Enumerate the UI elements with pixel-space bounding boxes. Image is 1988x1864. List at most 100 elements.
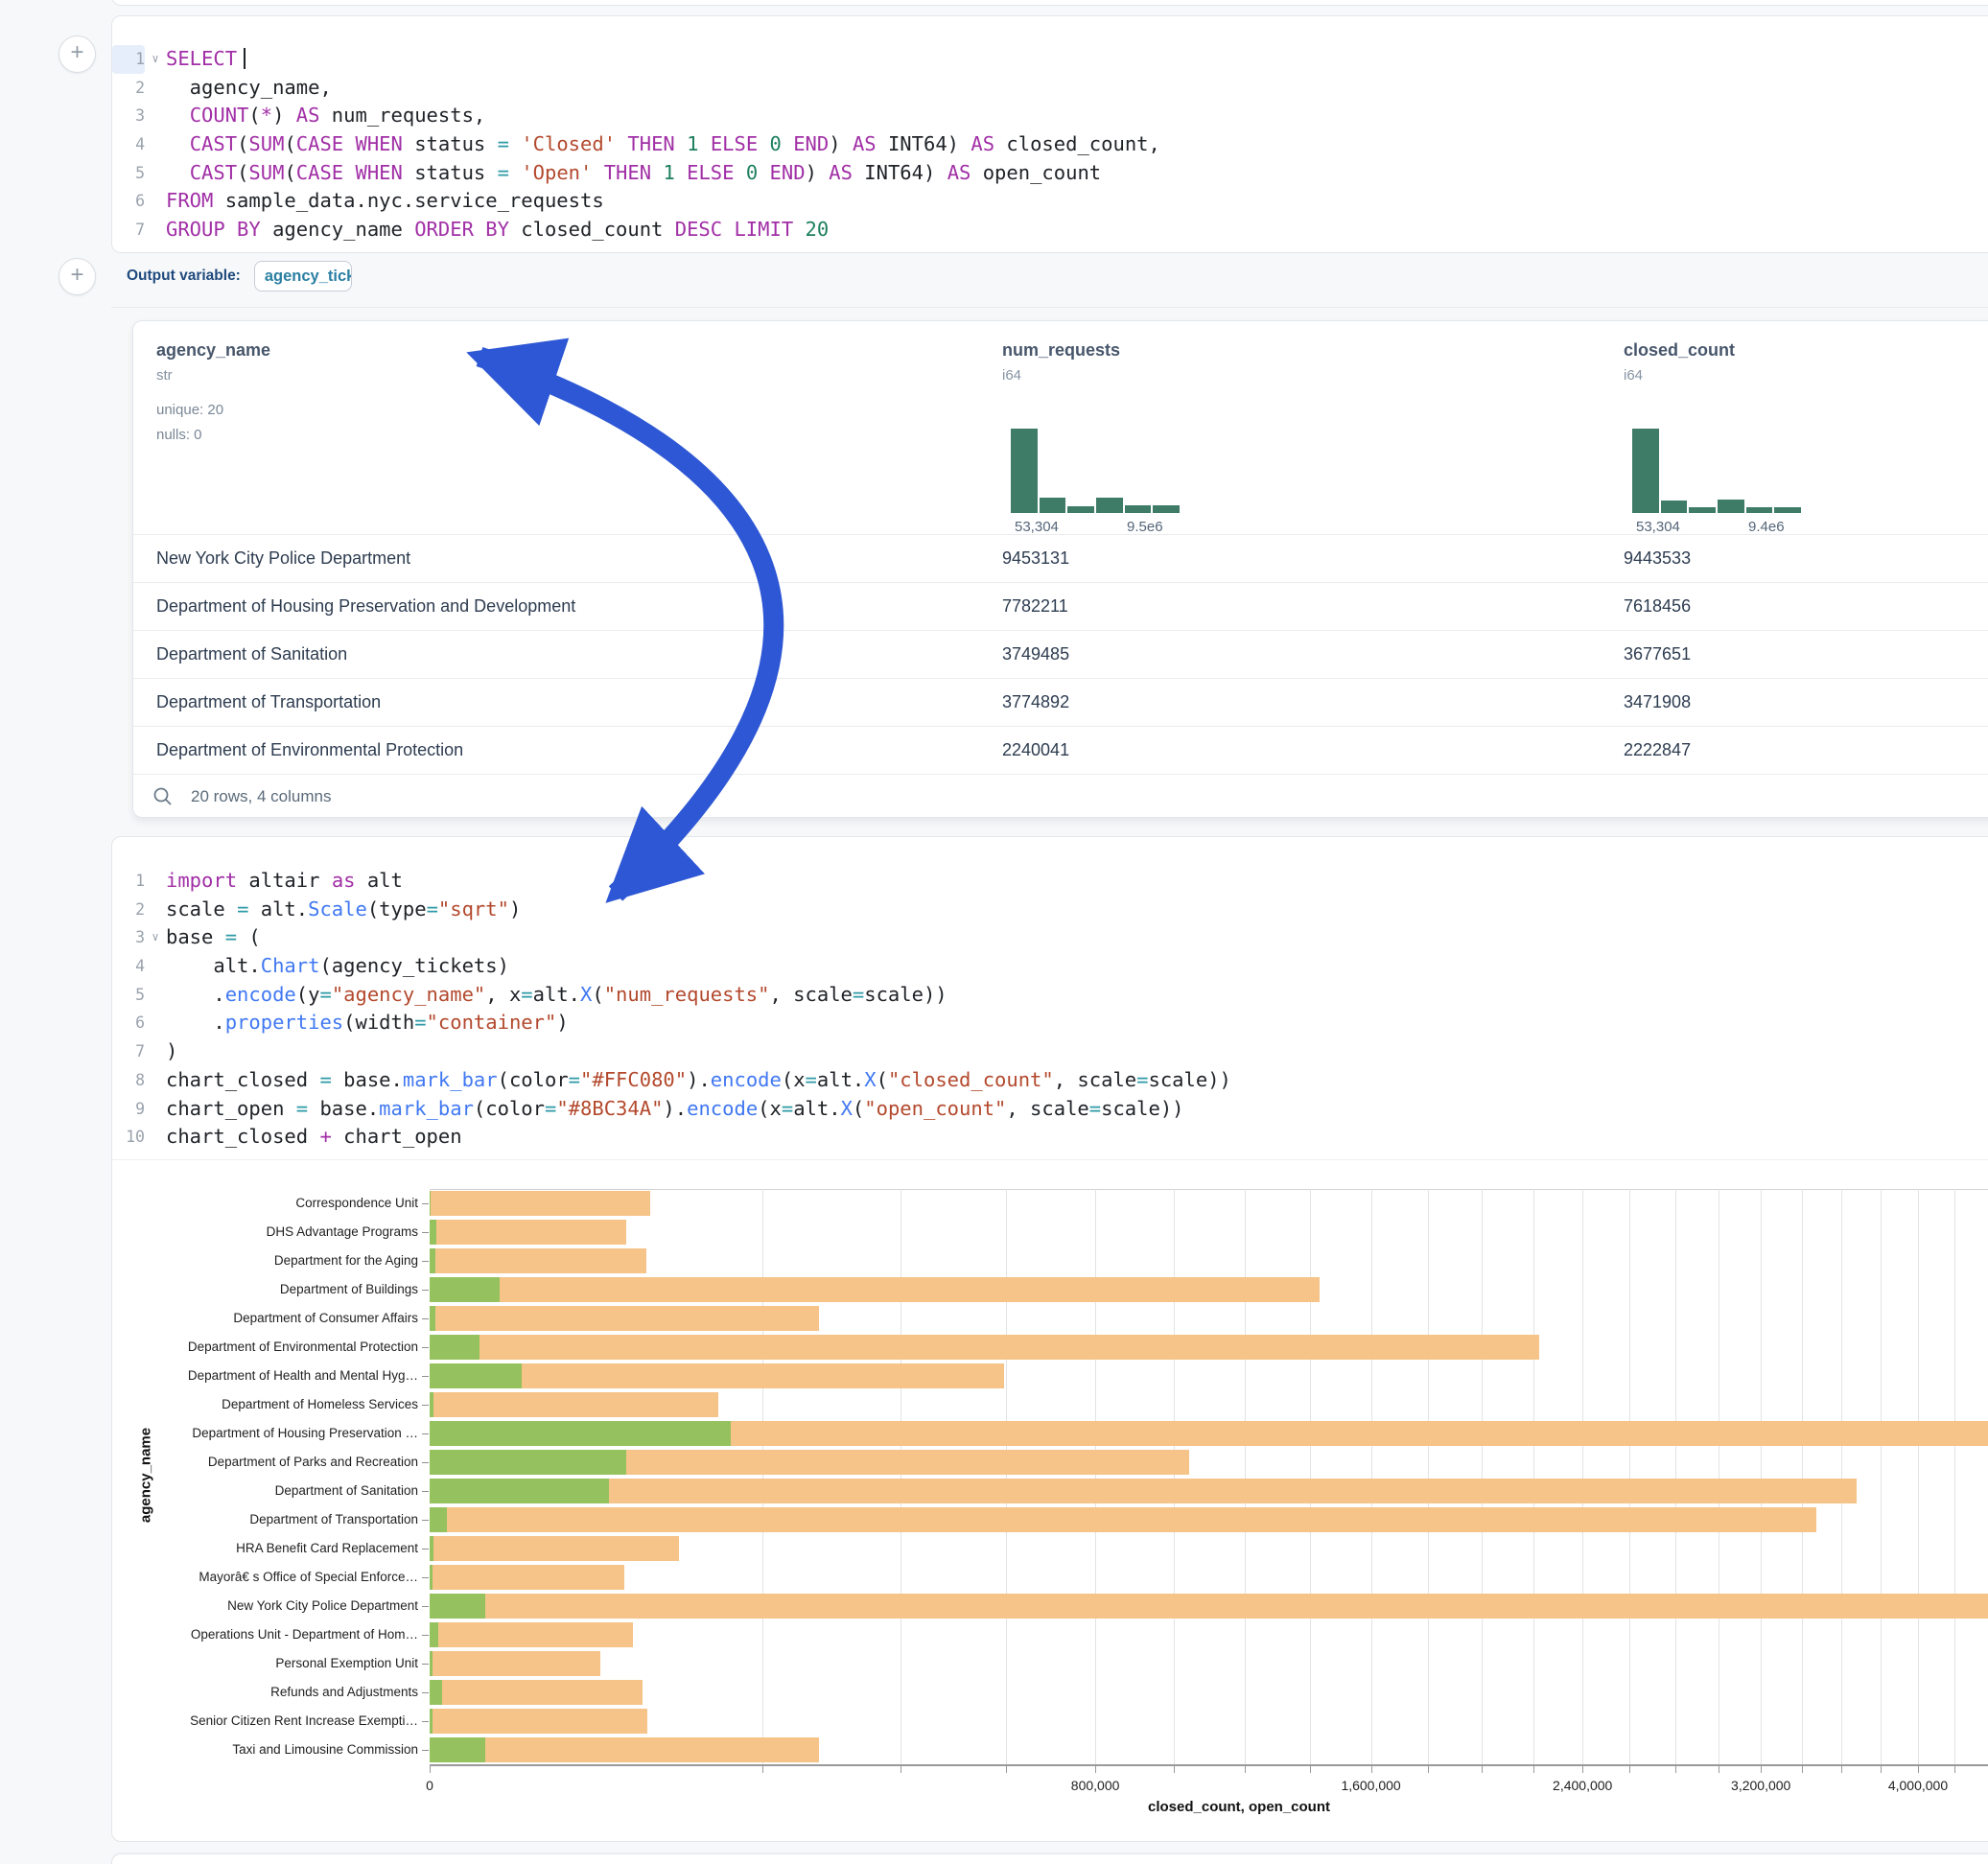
line-number: 6 — [112, 187, 145, 216]
code-line[interactable]: 3∨base = ( — [112, 923, 1988, 952]
code-text: CAST(SUM(CASE WHEN status = 'Closed' THE… — [166, 130, 1160, 159]
column-title[interactable]: agency_name — [156, 340, 270, 361]
fold-gutter — [145, 187, 166, 216]
column-histogram — [1011, 429, 1180, 513]
table-row[interactable]: New York City Police Department 9453131 94… — [133, 534, 1988, 583]
cell-num-requests: 3774892 — [1002, 692, 1069, 712]
fold-chevron-icon[interactable]: ∨ — [145, 923, 166, 952]
code-line[interactable]: 8chart_closed = base.mark_bar(color="#FF… — [112, 1066, 1988, 1095]
row-count-label: 20 rows, 4 columns — [191, 787, 331, 806]
cell-num-requests: 7782211 — [1002, 596, 1068, 617]
line-number: 4 — [112, 130, 145, 159]
line-number: 5 — [112, 981, 145, 1010]
code-text: chart_closed + chart_open — [166, 1123, 462, 1152]
table-row[interactable]: Department of Housing Preservation and D… — [133, 582, 1988, 631]
line-number: 8 — [112, 1066, 145, 1095]
fold-gutter — [145, 102, 166, 130]
fold-gutter — [145, 74, 166, 103]
column-stat: unique: 20 — [156, 402, 223, 418]
code-line[interactable]: 1 import altair as alt — [112, 867, 1988, 896]
fold-chevron-icon[interactable]: ∨ — [145, 45, 166, 74]
column-title[interactable]: num_requests — [1002, 340, 1120, 361]
cell-agency-name: Department of Housing Preservation and D… — [156, 596, 575, 617]
line-number: 10 — [112, 1123, 145, 1152]
code-text: FROM sample_data.nyc.service_requests — [166, 187, 604, 216]
fold-gutter — [145, 981, 166, 1010]
fold-gutter — [145, 896, 166, 924]
fold-gutter — [145, 952, 166, 981]
code-line[interactable]: 1∨SELECT — [112, 45, 1988, 74]
cell-closed-count: 2222847 — [1624, 740, 1691, 760]
code-text: CAST(SUM(CASE WHEN status = 'Open' THEN … — [166, 159, 1101, 188]
sql-cell: 1∨SELECT2 agency_name,3 COUNT(*) AS num_… — [111, 15, 1988, 253]
column-type: i64 — [1624, 367, 1643, 384]
code-line[interactable]: 2 agency_name, — [112, 74, 1988, 103]
editor-output-divider — [112, 1159, 1988, 1160]
code-line[interactable]: 10 chart_closed + chart_open — [112, 1123, 1988, 1152]
cell-agency-name: New York City Police Department — [156, 548, 410, 569]
code-text: ) — [166, 1037, 177, 1066]
add-cell-button-output[interactable]: + — [58, 258, 96, 295]
code-text: import altair as alt — [166, 867, 403, 896]
next-cell-edge — [111, 1853, 1988, 1864]
cell-closed-count: 9443533 — [1624, 548, 1691, 569]
cell-agency-name: Department of Environmental Protection — [156, 740, 463, 760]
python-cell: 1 import altair as alt 2 scale = alt.Scale(… — [111, 836, 1988, 1842]
cell-closed-count: 7618456 — [1624, 596, 1691, 617]
line-number: 1 — [112, 45, 145, 74]
cell-divider — [111, 307, 1988, 308]
cell-agency-name: Department of Sanitation — [156, 644, 347, 664]
cell-num-requests: 9453131 — [1002, 548, 1069, 569]
table-row[interactable]: Department of Sanitation37494853677651 — [133, 630, 1988, 679]
fold-gutter — [145, 867, 166, 896]
add-cell-button-top[interactable]: + — [58, 35, 96, 73]
code-line[interactable]: 7) — [112, 1037, 1988, 1066]
column-type: str — [156, 367, 173, 384]
fold-gutter — [145, 130, 166, 159]
line-number: 2 — [112, 896, 145, 924]
code-line[interactable]: 9chart_open = base.mark_bar(color="#8BC3… — [112, 1095, 1988, 1124]
line-number: 1 — [112, 867, 145, 896]
fold-gutter — [145, 1009, 166, 1037]
column-title[interactable]: closed_count — [1624, 340, 1735, 361]
previous-cell-edge — [111, 0, 1988, 6]
code-line[interactable]: 5 CAST(SUM(CASE WHEN status = 'Open' THE… — [112, 159, 1988, 188]
output-variable-chip[interactable]: agency_tickets — [254, 261, 352, 291]
fold-gutter — [145, 1037, 166, 1066]
code-line[interactable]: 4 alt.Chart(agency_tickets) — [112, 952, 1988, 981]
output-variable-label: Output variable: — [127, 268, 241, 285]
code-text: scale = alt.Scale(type="sqrt") — [166, 896, 521, 924]
code-line[interactable]: 5 .encode(y="agency_name", x=alt.X("num_… — [112, 981, 1988, 1010]
output-variable-row: Output variable: agency_tickets — [127, 260, 352, 292]
code-line[interactable]: 6 .properties(width="container") — [112, 1009, 1988, 1037]
search-icon[interactable] — [152, 786, 174, 807]
table-footer: 20 rows, 4 columns — [152, 774, 331, 819]
sql-editor[interactable]: 1∨SELECT2 agency_name,3 COUNT(*) AS num_… — [112, 16, 1988, 245]
line-number: 7 — [112, 216, 145, 245]
code-line[interactable]: 7GROUP BY agency_name ORDER BY closed_co… — [112, 216, 1988, 245]
code-text: .properties(width="container") — [166, 1009, 569, 1037]
cell-closed-count: 3471908 — [1624, 692, 1691, 712]
line-number: 9 — [112, 1095, 145, 1124]
column-stat: nulls: 0 — [156, 427, 202, 443]
fold-gutter — [145, 1123, 166, 1152]
table-row[interactable]: Department of Environmental Protection 22… — [133, 726, 1988, 775]
line-number: 4 — [112, 952, 145, 981]
line-number: 7 — [112, 1037, 145, 1066]
result-table-card: agency_namestr unique: 20 nulls: 0 num_requ… — [132, 320, 1988, 818]
line-number: 3 — [112, 102, 145, 130]
code-line[interactable]: 3 COUNT(*) AS num_requests, — [112, 102, 1988, 130]
python-editor[interactable]: 1 import altair as alt 2 scale = alt.Scale(… — [112, 837, 1988, 1152]
code-line[interactable]: 6 FROM sample_data.nyc.service_requests — [112, 187, 1988, 216]
fold-gutter — [145, 1066, 166, 1095]
table-bottom-rule — [133, 774, 1988, 775]
code-line[interactable]: 2 scale = alt.Scale(type="sqrt") — [112, 896, 1988, 924]
code-text: agency_name, — [166, 74, 332, 103]
notebook-canvas: + 1∨SELECT2 agency_name,3 COUNT(*) AS nu… — [0, 0, 1988, 1864]
code-line[interactable]: 4 CAST(SUM(CASE WHEN status = 'Closed' T… — [112, 130, 1988, 159]
line-number: 2 — [112, 74, 145, 103]
fold-gutter — [145, 1095, 166, 1124]
line-number: 6 — [112, 1009, 145, 1037]
table-row[interactable]: Department of Transportation377489234719… — [133, 678, 1988, 727]
cell-num-requests: 2240041 — [1002, 740, 1069, 760]
